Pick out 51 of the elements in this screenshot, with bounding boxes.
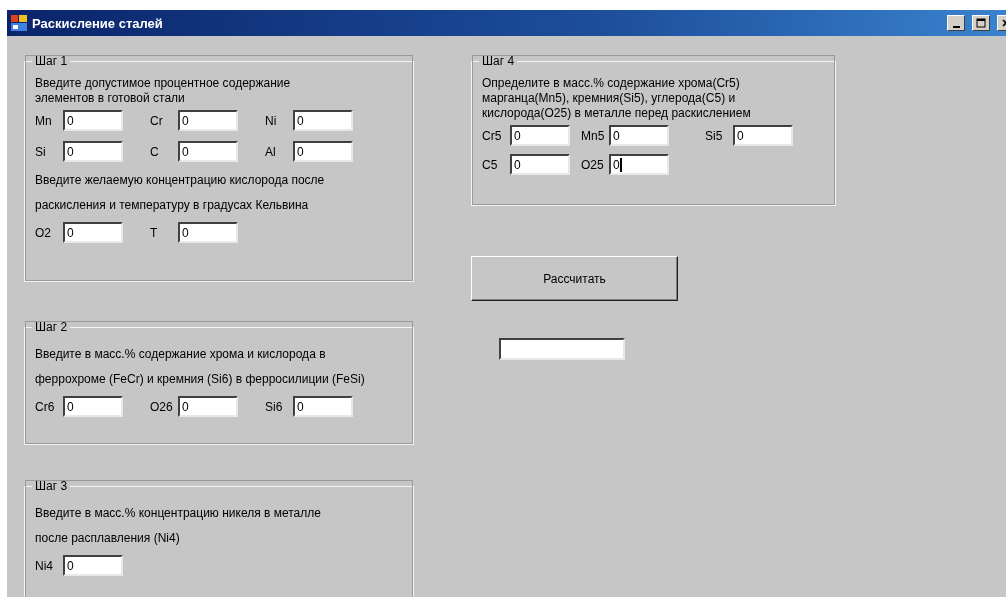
input-field[interactable]: 0 xyxy=(178,396,238,417)
field-label: Cr xyxy=(150,113,164,128)
input-field[interactable]: 0 xyxy=(609,154,669,175)
instruction-text: Введите желаемую концентрацию кислорода после раскисления и температуру в градусах Кельвина xyxy=(35,172,326,214)
instruction-text: Определите в масс.% содержание хрома(Cr5) марганца(Mn5), кремния(Si5), углерода(C5) и кислорода(O25) в металле перед раскислением xyxy=(482,76,752,121)
group-title: Шаг 1 xyxy=(34,54,69,68)
field-label: Mn5 xyxy=(581,128,606,143)
input-field[interactable]: 0 xyxy=(733,125,793,146)
field-label: O25 xyxy=(581,157,605,172)
field-label: Ni xyxy=(265,113,278,128)
minimize-button[interactable] xyxy=(947,15,965,31)
result-field[interactable] xyxy=(499,338,625,360)
minimize-icon xyxy=(952,25,960,28)
calculate-button[interactable]: Рассчитать xyxy=(471,256,678,301)
field-label: T xyxy=(150,225,159,240)
field-label: Cr6 xyxy=(35,399,56,414)
field-label: C xyxy=(150,144,160,159)
input-field[interactable]: 0 xyxy=(510,125,570,146)
field-label: Si5 xyxy=(705,128,724,143)
field-label: Si xyxy=(35,144,47,159)
input-field[interactable]: 0 xyxy=(63,110,123,131)
maximize-icon xyxy=(976,18,986,28)
input-field[interactable]: 0 xyxy=(63,222,123,243)
field-label: C5 xyxy=(482,157,499,172)
input-field[interactable]: 0 xyxy=(178,110,238,131)
input-field[interactable]: 0 xyxy=(293,110,353,131)
field-label: Al xyxy=(265,144,277,159)
input-field[interactable]: 0 xyxy=(510,154,570,175)
group-title: Шаг 4 xyxy=(481,54,516,68)
field-label: O2 xyxy=(35,225,52,240)
input-field[interactable]: 0 xyxy=(293,396,353,417)
instruction-text: Введите в масс.% содержание хрома и кислорода в феррохроме (FeCr) и кремния (Si6) в ферросилиции (FeSi) xyxy=(35,346,366,388)
instruction-text: Введите в масс.% концентрацию никеля в металле после расплавления (Ni4) xyxy=(35,505,322,547)
input-field[interactable]: 0 xyxy=(178,141,238,162)
field-label: O26 xyxy=(150,399,174,414)
field-label: Ni4 xyxy=(35,558,54,573)
input-field[interactable]: 0 xyxy=(63,555,123,576)
field-label: Si6 xyxy=(265,399,284,414)
input-field[interactable]: 0 xyxy=(178,222,238,243)
maximize-button[interactable] xyxy=(972,15,990,31)
group-title: Шаг 3 xyxy=(34,479,69,493)
group-title: Шаг 2 xyxy=(34,320,69,334)
field-label: Cr5 xyxy=(482,128,503,143)
input-field[interactable]: 0 xyxy=(293,141,353,162)
input-field[interactable]: 0 xyxy=(63,141,123,162)
instruction-text: Введите допустимое процентное содержание элементов в готовой стали xyxy=(35,76,292,106)
input-field[interactable]: 0 xyxy=(63,396,123,417)
input-field[interactable]: 0 xyxy=(609,125,669,146)
app-icon xyxy=(11,15,27,31)
field-label: Mn xyxy=(35,113,53,128)
window-title: Раскисление сталей xyxy=(32,15,164,31)
